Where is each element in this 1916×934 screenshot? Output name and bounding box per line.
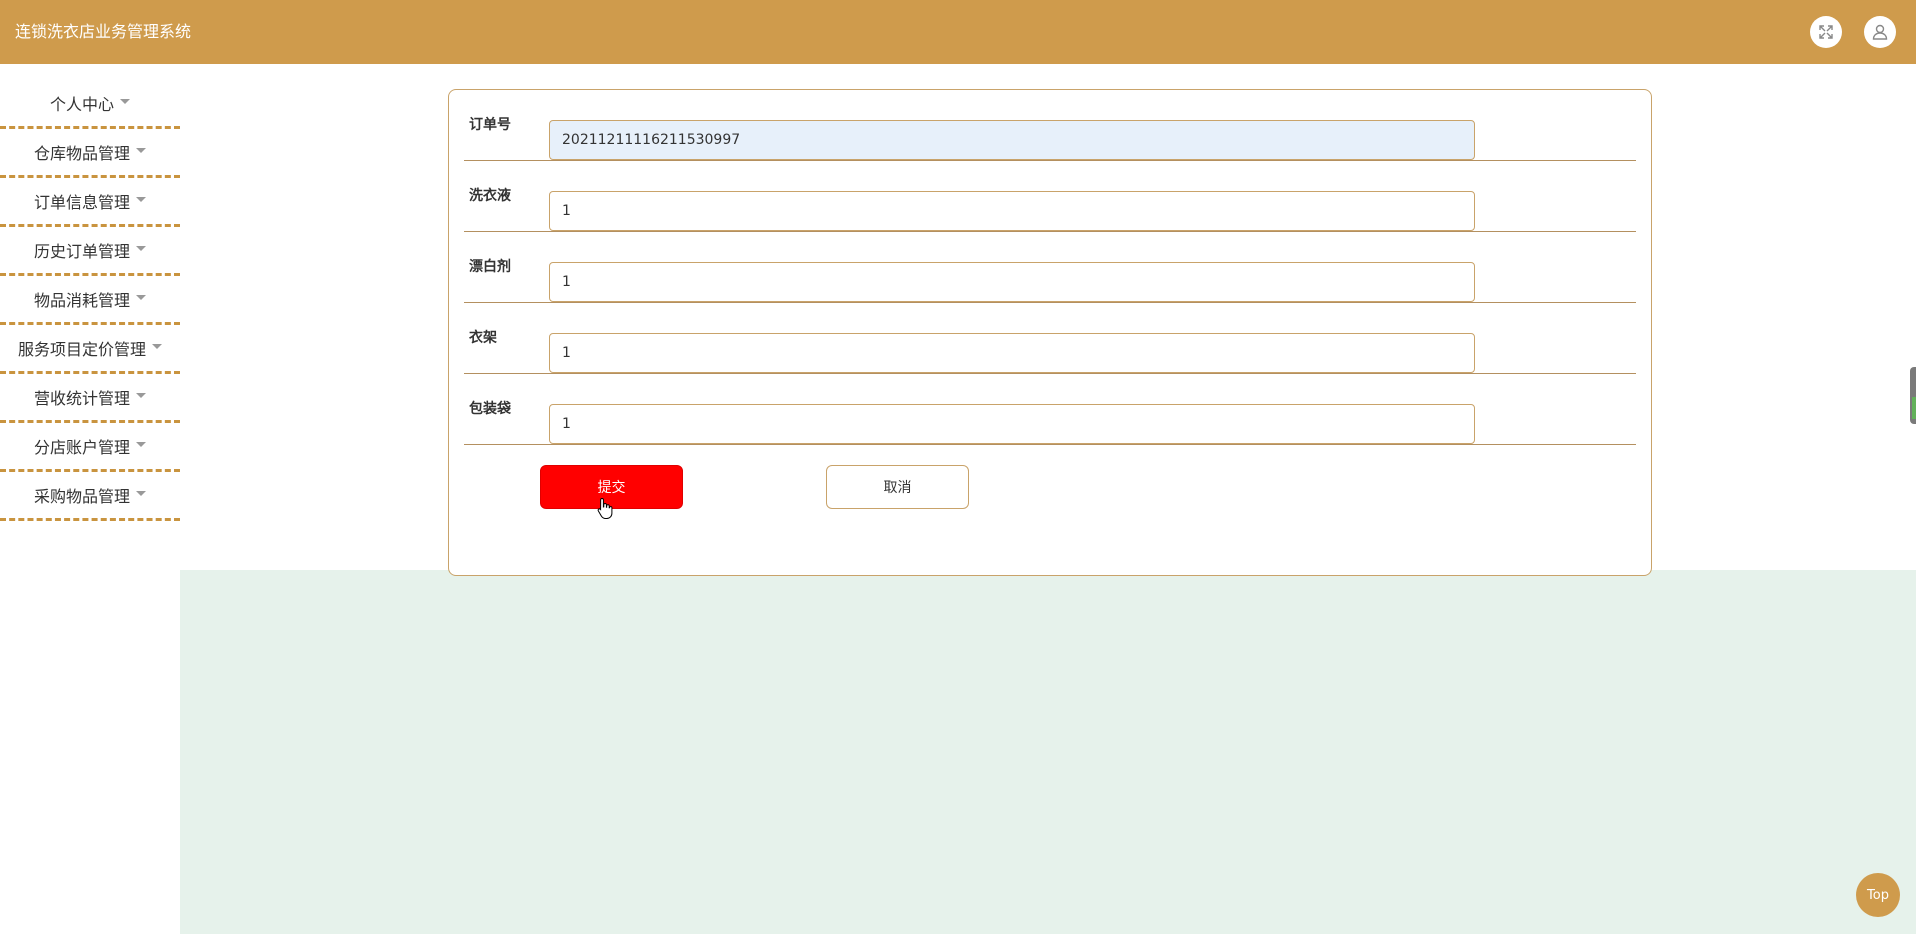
sidebar-menu: 个人中心 仓库物品管理 订单信息管理 历史订单管理 物品消耗管理 服务项目定价管… (0, 80, 180, 521)
sidebar-item-label: 订单信息管理 (33, 193, 130, 212)
sidebar-item-label: 营收统计管理 (33, 389, 130, 408)
order-number-label: 订单号 (469, 117, 511, 133)
form-row-bleach: 漂白剂 (464, 232, 1636, 303)
caret-down-icon (136, 392, 146, 398)
user-icon (1872, 24, 1888, 40)
packaging-bag-input[interactable] (549, 404, 1475, 444)
hand-cursor-icon (597, 497, 613, 519)
detergent-label: 洗衣液 (469, 188, 511, 204)
caret-down-icon (136, 490, 146, 496)
sidebar-item-orders[interactable]: 订单信息管理 (0, 178, 180, 227)
cancel-button[interactable]: 取消 (826, 465, 969, 509)
sidebar-item-purchasing[interactable]: 采购物品管理 (0, 472, 180, 521)
back-to-top-button[interactable]: Top (1856, 873, 1900, 917)
hanger-input[interactable] (549, 333, 1475, 373)
sidebar-item-label: 服务项目定价管理 (17, 340, 146, 359)
sidebar-item-personal-center[interactable]: 个人中心 (0, 80, 180, 129)
bleach-label: 漂白剂 (469, 259, 511, 275)
caret-down-icon (136, 147, 146, 153)
order-number-input[interactable] (549, 120, 1475, 160)
detergent-input[interactable] (549, 191, 1475, 231)
sidebar-item-label: 分店账户管理 (33, 438, 130, 457)
form-row-packaging-bag: 包装袋 (464, 374, 1636, 445)
top-header: 连锁洗衣店业务管理系统 (0, 0, 1916, 64)
caret-down-icon (152, 343, 162, 349)
sidebar-item-label: 个人中心 (49, 95, 114, 114)
sidebar-item-history-orders[interactable]: 历史订单管理 (0, 227, 180, 276)
caret-down-icon (136, 196, 146, 202)
caret-down-icon (136, 441, 146, 447)
caret-down-icon (120, 98, 130, 104)
sidebar-item-label: 采购物品管理 (33, 487, 130, 506)
bleach-input[interactable] (549, 262, 1475, 302)
caret-down-icon (136, 245, 146, 251)
form-row-hanger: 衣架 (464, 303, 1636, 374)
form-row-order-number: 订单号 (464, 90, 1636, 161)
sidebar-item-consumption[interactable]: 物品消耗管理 (0, 276, 180, 325)
sidebar-item-label: 仓库物品管理 (33, 144, 130, 163)
sidebar-item-label: 物品消耗管理 (33, 291, 130, 310)
caret-down-icon (136, 294, 146, 300)
app-title: 连锁洗衣店业务管理系统 (15, 22, 192, 41)
main-background (180, 570, 1916, 934)
fullscreen-button[interactable] (1810, 16, 1842, 48)
side-feedback-tab[interactable] (1910, 367, 1916, 424)
sidebar-item-revenue[interactable]: 营收统计管理 (0, 374, 180, 423)
form-row-detergent: 洗衣液 (464, 161, 1636, 232)
order-consumption-form: 订单号 洗衣液 漂白剂 衣架 包装袋 提交 取消 (448, 89, 1652, 576)
user-avatar-button[interactable] (1864, 16, 1896, 48)
hanger-label: 衣架 (469, 330, 497, 346)
sidebar-item-label: 历史订单管理 (33, 242, 130, 261)
packaging-bag-label: 包装袋 (469, 401, 511, 417)
sidebar-item-pricing[interactable]: 服务项目定价管理 (0, 325, 180, 374)
sidebar-item-branch-accounts[interactable]: 分店账户管理 (0, 423, 180, 472)
expand-icon (1819, 25, 1833, 39)
sidebar-item-warehouse[interactable]: 仓库物品管理 (0, 129, 180, 178)
